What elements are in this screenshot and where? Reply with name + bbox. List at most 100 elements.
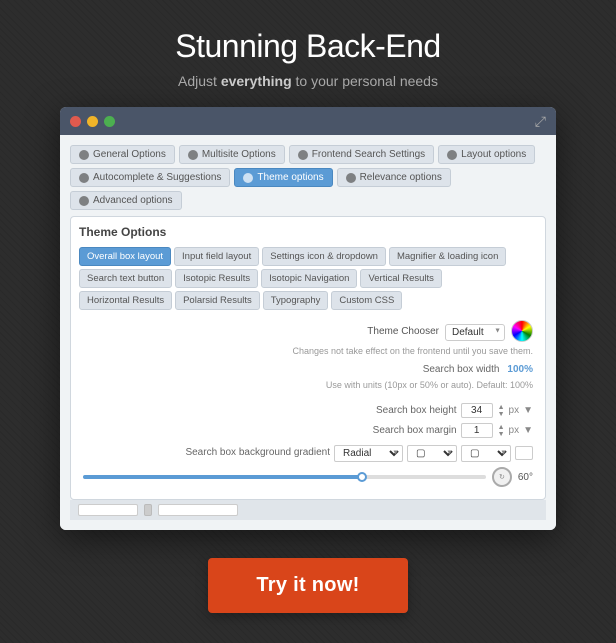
subtitle-bold: everything: [221, 73, 292, 89]
browser-minimize-dot[interactable]: [87, 116, 98, 127]
tab-advanced[interactable]: Advanced options: [70, 191, 182, 210]
tab-relevance-label: Relevance options: [360, 172, 442, 183]
tab-icon: [298, 150, 308, 160]
nav-row-1: General Options Multisite Options Fronte…: [70, 145, 546, 164]
sub-tabs-row: Overall box layout Input field layout Se…: [79, 247, 537, 310]
form-area: Theme Chooser Default Changes not take e…: [79, 320, 537, 487]
theme-hint-text: Changes not take effect on the frontend …: [83, 346, 533, 356]
theme-chooser-select[interactable]: Default: [445, 324, 505, 341]
tab-icon: [188, 150, 198, 160]
tab-advanced-label: Advanced options: [93, 195, 173, 206]
subtab-custom-css[interactable]: Custom CSS: [331, 291, 402, 310]
gradient-row: Search box background gradient Radial Li…: [83, 443, 533, 462]
gradient-color1-wrapper[interactable]: ▢: [407, 443, 457, 462]
height-up-arrow[interactable]: ▲: [498, 404, 505, 411]
search-box-width-hint: Use with units (10px or 50% or auto). De…: [326, 380, 533, 390]
margin-spinner[interactable]: ▲ ▼: [498, 424, 505, 438]
gradient-slider-track[interactable]: [83, 475, 486, 479]
tab-layout-options[interactable]: Layout options: [438, 145, 535, 164]
slider-row: ↻ 60°: [83, 467, 533, 487]
strip-item-1: [78, 504, 138, 516]
search-box-width-row: Search box width 100%: [83, 364, 533, 375]
subtab-input-field[interactable]: Input field layout: [174, 247, 259, 266]
subtab-magnifier[interactable]: Magnifier & loading icon: [389, 247, 506, 266]
subtab-typography[interactable]: Typography: [263, 291, 329, 310]
bottom-strip: [70, 500, 546, 520]
gradient-slider-thumb[interactable]: [357, 472, 367, 482]
rotation-value: 60°: [518, 472, 533, 483]
height-unit-dropdown[interactable]: ▼: [523, 405, 533, 416]
gradient-color2-select[interactable]: ▢: [461, 445, 511, 462]
color-swatch[interactable]: [511, 320, 533, 342]
tab-frontend-search[interactable]: Frontend Search Settings: [289, 145, 434, 164]
tab-icon: [79, 173, 89, 183]
browser-titlebar: ⤢: [60, 107, 556, 135]
tab-multisite-options-label: Multisite Options: [202, 149, 276, 160]
tab-layout-options-label: Layout options: [461, 149, 526, 160]
theme-chooser-row: Theme Chooser Default: [83, 320, 533, 342]
subtitle-after: to your personal needs: [292, 73, 438, 89]
tab-theme-options-label: Theme options: [257, 172, 323, 183]
browser-content: General Options Multisite Options Fronte…: [60, 135, 556, 530]
browser-window: ⤢ General Options Multisite Options Fron…: [60, 107, 556, 530]
tab-autocomplete[interactable]: Autocomplete & Suggestions: [70, 168, 230, 187]
subtab-vertical[interactable]: Vertical Results: [360, 269, 441, 288]
margin-unit: px: [509, 425, 520, 436]
margin-down-arrow[interactable]: ▼: [498, 431, 505, 438]
search-box-height-label: Search box height: [376, 405, 457, 416]
subtab-horizontal[interactable]: Horizontal Results: [79, 291, 172, 310]
page-title: Stunning Back-End: [175, 28, 440, 65]
search-box-margin-input[interactable]: 1: [461, 423, 493, 438]
search-box-height-input[interactable]: 34: [461, 403, 493, 418]
tab-icon: [79, 196, 89, 206]
page-subtitle: Adjust everything to your personal needs: [175, 73, 440, 89]
strip-item-2: [144, 504, 152, 516]
theme-chooser-label: Theme Chooser: [367, 326, 439, 337]
tab-general-options-label: General Options: [93, 149, 166, 160]
margin-unit-dropdown[interactable]: ▼: [523, 425, 533, 436]
subtab-polarsid[interactable]: Polarsid Results: [175, 291, 260, 310]
subtab-search-text[interactable]: Search text button: [79, 269, 172, 288]
tab-autocomplete-label: Autocomplete & Suggestions: [93, 172, 221, 183]
subtab-overall-box[interactable]: Overall box layout: [79, 247, 171, 266]
gradient-label: Search box background gradient: [185, 447, 330, 458]
tab-frontend-search-label: Frontend Search Settings: [312, 149, 425, 160]
search-box-margin-label: Search box margin: [373, 425, 457, 436]
subtab-isotopic-nav[interactable]: Isotopic Navigation: [261, 269, 357, 288]
browser-close-dot[interactable]: [70, 116, 81, 127]
height-down-arrow[interactable]: ▼: [498, 411, 505, 418]
nav-row-2: Autocomplete & Suggestions Theme options…: [70, 168, 546, 210]
strip-item-3: [158, 504, 238, 516]
margin-up-arrow[interactable]: ▲: [498, 424, 505, 431]
subtab-isotopic-results[interactable]: Isotopic Results: [175, 269, 258, 288]
subtitle-before: Adjust: [178, 73, 221, 89]
tab-multisite-options[interactable]: Multisite Options: [179, 145, 285, 164]
page-header: Stunning Back-End Adjust everything to y…: [175, 0, 440, 107]
tab-icon: [79, 150, 89, 160]
tab-theme-options[interactable]: Theme options: [234, 168, 332, 187]
tab-relevance[interactable]: Relevance options: [337, 168, 451, 187]
search-box-width-hint-row: Use with units (10px or 50% or auto). De…: [83, 380, 533, 398]
cta-wrapper: Try it now!: [208, 558, 407, 613]
try-it-now-button[interactable]: Try it now!: [208, 558, 407, 613]
theme-section-title: Theme Options: [79, 225, 537, 239]
gradient-color2-wrapper[interactable]: ▢: [461, 443, 511, 462]
gradient-color1-select[interactable]: ▢: [407, 445, 457, 462]
browser-maximize-dot[interactable]: [104, 116, 115, 127]
theme-chooser-select-wrapper[interactable]: Default: [445, 322, 505, 341]
gradient-color3-box[interactable]: [515, 446, 533, 460]
tab-icon: [346, 173, 356, 183]
height-spinner[interactable]: ▲ ▼: [498, 404, 505, 418]
search-box-width-label: Search box width: [423, 364, 500, 375]
search-box-width-value: 100%: [507, 364, 533, 375]
rotation-icon[interactable]: ↻: [492, 467, 512, 487]
theme-options-panel: Theme Options Overall box layout Input f…: [70, 216, 546, 500]
gradient-type-wrapper[interactable]: Radial Linear: [334, 443, 403, 462]
search-box-margin-row: Search box margin 1 ▲ ▼ px ▼: [83, 423, 533, 438]
tab-icon: [243, 173, 253, 183]
tab-general-options[interactable]: General Options: [70, 145, 175, 164]
subtab-settings-icon[interactable]: Settings icon & dropdown: [262, 247, 386, 266]
search-box-height-row: Search box height 34 ▲ ▼ px ▼: [83, 403, 533, 418]
expand-icon[interactable]: ⤢: [535, 113, 546, 130]
gradient-type-select[interactable]: Radial Linear: [334, 445, 403, 462]
